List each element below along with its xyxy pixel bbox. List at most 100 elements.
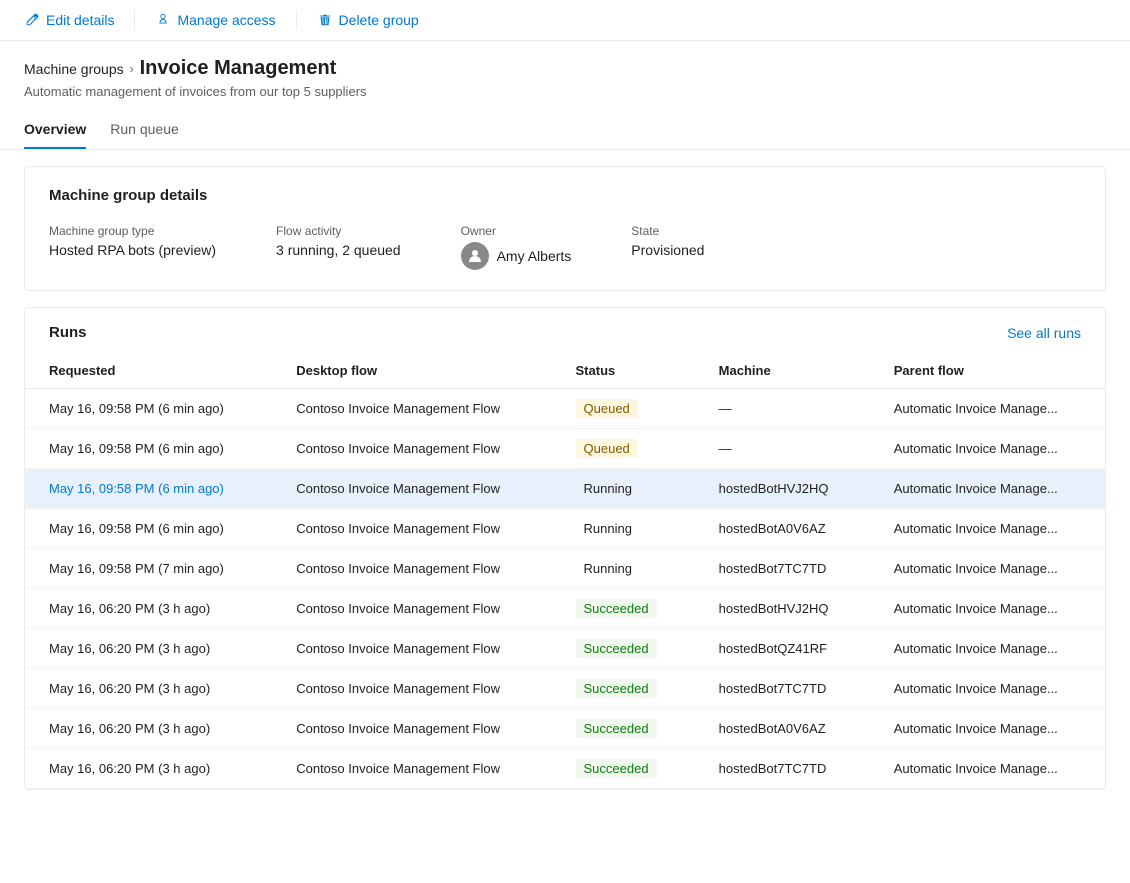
status-cell: Succeeded [552,749,695,789]
table-row: May 16, 06:20 PM (3 h ago)Contoso Invoic… [25,749,1105,789]
status-badge: Running [576,479,640,498]
parent-flow-cell: Automatic Invoice Manage... [870,629,1105,669]
parent-flow-cell: Automatic Invoice Manage... [870,549,1105,589]
table-row: May 16, 06:20 PM (3 h ago)Contoso Invoic… [25,629,1105,669]
desktop-flow-cell: Contoso Invoice Management Flow [272,669,551,709]
type-value: Hosted RPA bots (preview) [49,242,216,258]
page-description: Automatic management of invoices from ou… [24,84,1106,99]
manage-access-icon [155,12,171,28]
edit-details-button[interactable]: Edit details [16,8,122,32]
col-desktop-flow: Desktop flow [272,353,551,389]
table-row: May 16, 09:58 PM (6 min ago) Contoso Invo… [25,469,1105,509]
avatar [461,242,489,270]
tab-overview[interactable]: Overview [24,111,86,149]
requested-cell: May 16, 09:58 PM (6 min ago) [25,429,272,469]
machine-cell: — [695,429,870,469]
status-cell: Queued [552,429,695,469]
table-row: May 16, 09:58 PM (6 min ago)Contoso Invo… [25,509,1105,549]
table-row: May 16, 09:58 PM (7 min ago)Contoso Invo… [25,549,1105,589]
machine-cell: hostedBotA0V6AZ [695,709,870,749]
col-parent-flow: Parent flow [870,353,1105,389]
desktop-flow-cell: Contoso Invoice Management Flow [272,749,551,789]
flow-activity-value: 3 running, 2 queued [276,242,401,258]
desktop-flow-cell: Contoso Invoice Management Flow [272,509,551,549]
machine-cell: hostedBotA0V6AZ [695,509,870,549]
requested-cell: May 16, 06:20 PM (3 h ago) [25,669,272,709]
toolbar-separator-2 [296,10,297,30]
runs-card: Runs See all runs Requested Desktop flow… [24,307,1106,790]
desktop-flow-cell: Contoso Invoice Management Flow [272,469,551,509]
requested-cell: May 16, 06:20 PM (3 h ago) [25,629,272,669]
status-cell: Succeeded [552,629,695,669]
status-badge: Succeeded [576,639,657,658]
type-detail: Machine group type Hosted RPA bots (prev… [49,224,216,270]
desktop-flow-cell: Contoso Invoice Management Flow [272,389,551,429]
runs-header: Runs See all runs [25,308,1105,353]
runs-title: Runs [49,324,87,341]
status-cell: Succeeded [552,709,695,749]
manage-access-button[interactable]: Manage access [147,8,283,32]
requested-cell: May 16, 09:58 PM (7 min ago) [25,549,272,589]
parent-flow-cell: Automatic Invoice Manage... [870,429,1105,469]
requested-cell: May 16, 09:58 PM (6 min ago) [25,509,272,549]
breadcrumb-parent[interactable]: Machine groups [24,61,124,77]
machine-cell: hostedBot7TC7TD [695,749,870,789]
owner-detail: Owner Amy Alberts [461,224,572,270]
flow-activity-detail: Flow activity 3 running, 2 queued [276,224,401,270]
parent-flow-cell: Automatic Invoice Manage... [870,509,1105,549]
status-cell: Succeeded [552,589,695,629]
tab-run-queue[interactable]: Run queue [110,111,179,149]
status-cell: Succeeded [552,669,695,709]
state-label: State [631,224,704,238]
type-label: Machine group type [49,224,216,238]
requested-cell: May 16, 09:58 PM (6 min ago) [25,389,272,429]
manage-access-label: Manage access [177,12,275,28]
status-badge: Queued [576,439,638,458]
requested-cell: May 16, 06:20 PM (3 h ago) [25,589,272,629]
parent-flow-cell: Automatic Invoice Manage... [870,389,1105,429]
status-cell: Queued [552,389,695,429]
requested-cell: May 16, 06:20 PM (3 h ago) [25,709,272,749]
owner-value: Amy Alberts [497,248,572,264]
machine-group-details-card: Machine group details Machine group type… [24,166,1106,291]
breadcrumb-separator: › [130,62,134,76]
status-badge: Queued [576,399,638,418]
table-header: Requested Desktop flow Status Machine Pa… [25,353,1105,389]
machine-cell: hostedBot7TC7TD [695,669,870,709]
delete-group-button[interactable]: Delete group [309,8,427,32]
main-content: Machine group details Machine group type… [0,150,1130,806]
machine-cell: — [695,389,870,429]
edit-details-label: Edit details [46,12,114,28]
status-badge: Running [576,559,640,578]
state-detail: State Provisioned [631,224,704,270]
owner-row: Amy Alberts [461,242,572,270]
details-row: Machine group type Hosted RPA bots (prev… [49,224,1081,270]
parent-flow-cell: Automatic Invoice Manage... [870,749,1105,789]
see-all-runs-link[interactable]: See all runs [1007,325,1081,341]
runs-table: Requested Desktop flow Status Machine Pa… [25,353,1105,789]
page-header: Machine groups › Invoice Management Auto… [0,41,1130,99]
status-cell: Running [552,509,695,549]
status-badge: Succeeded [576,599,657,618]
status-badge: Succeeded [576,759,657,778]
col-status: Status [552,353,695,389]
desktop-flow-cell: Contoso Invoice Management Flow [272,589,551,629]
flow-activity-label: Flow activity [276,224,401,238]
breadcrumb: Machine groups › Invoice Management [24,57,1106,80]
parent-flow-cell: Automatic Invoice Manage... [870,589,1105,629]
machine-cell: hostedBotHVJ2HQ [695,469,870,509]
delete-group-label: Delete group [339,12,419,28]
tabs: Overview Run queue [0,111,1130,150]
desktop-flow-cell: Contoso Invoice Management Flow [272,629,551,669]
requested-link[interactable]: May 16, 09:58 PM (6 min ago) [49,481,224,496]
runs-table-body: May 16, 09:58 PM (6 min ago)Contoso Invo… [25,389,1105,789]
status-badge: Succeeded [576,679,657,698]
card-title: Machine group details [49,187,1081,204]
table-row: May 16, 06:20 PM (3 h ago)Contoso Invoic… [25,669,1105,709]
machine-cell: hostedBotHVJ2HQ [695,589,870,629]
status-cell: Running [552,549,695,589]
desktop-flow-cell: Contoso Invoice Management Flow [272,429,551,469]
toolbar: Edit details Manage access Delete group [0,0,1130,41]
table-row: May 16, 06:20 PM (3 h ago)Contoso Invoic… [25,589,1105,629]
parent-flow-cell: Automatic Invoice Manage... [870,669,1105,709]
